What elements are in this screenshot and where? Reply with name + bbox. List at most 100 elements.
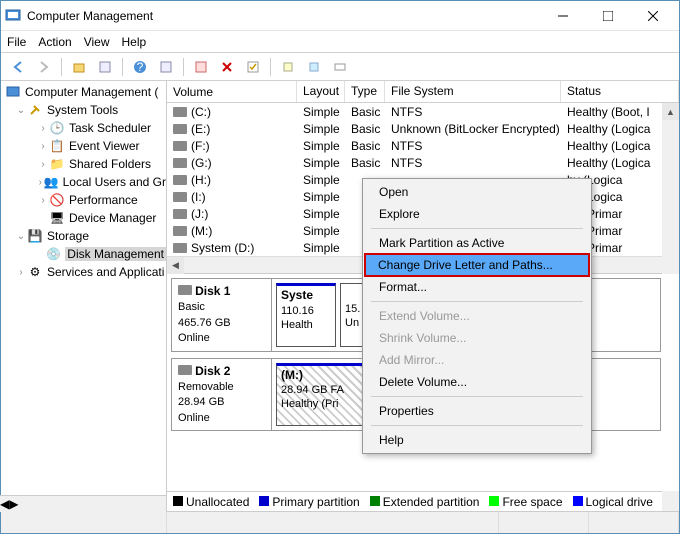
back-button[interactable] bbox=[7, 56, 29, 78]
tree-performance[interactable]: ›🚫Performance bbox=[1, 191, 166, 209]
col-layout[interactable]: Layout bbox=[297, 81, 345, 102]
scroll-left-icon[interactable]: ◀ bbox=[1, 497, 9, 511]
col-filesystem[interactable]: File System bbox=[385, 81, 561, 102]
folder-icon: 📁 bbox=[49, 156, 65, 172]
menu-help[interactable]: Help bbox=[122, 35, 147, 49]
expand-icon[interactable]: › bbox=[37, 159, 49, 170]
menu-item[interactable]: Help bbox=[365, 429, 589, 451]
menu-action[interactable]: Action bbox=[38, 35, 71, 49]
forward-button[interactable] bbox=[33, 56, 55, 78]
menu-item[interactable]: Change Drive Letter and Paths... bbox=[364, 253, 590, 277]
properties-button[interactable] bbox=[94, 56, 116, 78]
table-row[interactable]: (F:)SimpleBasicNTFSHealthy (Logica bbox=[167, 137, 679, 154]
scroll-up-icon[interactable]: ▲ bbox=[662, 103, 679, 120]
legend-free: Free space bbox=[489, 495, 562, 509]
tree-shared-folders[interactable]: ›📁Shared Folders bbox=[1, 155, 166, 173]
disk-icon bbox=[173, 124, 187, 134]
tree-root[interactable]: Computer Management ( bbox=[1, 83, 166, 101]
col-status[interactable]: Status bbox=[561, 81, 679, 102]
disk-icon bbox=[173, 226, 187, 236]
collapse-icon[interactable]: ⌄ bbox=[15, 231, 27, 242]
menu-item[interactable]: Explore bbox=[365, 203, 589, 225]
menu-view[interactable]: View bbox=[84, 35, 110, 49]
menu-item: Extend Volume... bbox=[365, 305, 589, 327]
disk-icon bbox=[173, 141, 187, 151]
menu-file[interactable]: File bbox=[7, 35, 26, 49]
minimize-button[interactable] bbox=[540, 2, 585, 30]
storage-icon: 💾 bbox=[27, 228, 43, 244]
scroll-left-icon[interactable]: ◀ bbox=[167, 257, 184, 274]
check-button[interactable] bbox=[242, 56, 264, 78]
disk-info: Disk 2Removable28.94 GBOnline bbox=[172, 359, 272, 431]
partition[interactable]: Syste110.16Health bbox=[276, 283, 336, 347]
settings-button[interactable] bbox=[190, 56, 212, 78]
menubar: File Action View Help bbox=[1, 31, 679, 53]
disk-icon: 💿 bbox=[46, 246, 61, 262]
tree-task-scheduler[interactable]: ›🕒Task Scheduler bbox=[1, 119, 166, 137]
collapse-icon[interactable]: ⌄ bbox=[15, 105, 27, 116]
services-icon: ⚙ bbox=[27, 264, 43, 280]
disk-icon bbox=[178, 365, 192, 375]
menu-separator bbox=[371, 396, 583, 397]
menu-item[interactable]: Open bbox=[365, 181, 589, 203]
expand-icon[interactable]: › bbox=[37, 177, 44, 188]
disk-icon bbox=[173, 158, 187, 168]
menu-separator bbox=[371, 425, 583, 426]
expand-icon[interactable]: › bbox=[37, 141, 49, 152]
tree-system-tools[interactable]: ⌄ System Tools bbox=[1, 101, 166, 119]
delete-button[interactable] bbox=[216, 56, 238, 78]
expand-icon[interactable]: › bbox=[15, 267, 27, 278]
legend-extended: Extended partition bbox=[370, 495, 480, 509]
action3-button[interactable] bbox=[329, 56, 351, 78]
action2-button[interactable] bbox=[303, 56, 325, 78]
tree-hscroll[interactable]: ◀▶ bbox=[1, 495, 166, 511]
menu-item[interactable]: Mark Partition as Active bbox=[365, 232, 589, 254]
legend-unallocated: Unallocated bbox=[173, 495, 249, 509]
svg-text:?: ? bbox=[137, 60, 144, 74]
expand-icon[interactable]: › bbox=[37, 123, 49, 134]
titlebar: Computer Management bbox=[1, 1, 679, 31]
disk-icon bbox=[173, 192, 187, 202]
col-type[interactable]: Type bbox=[345, 81, 385, 102]
table-row[interactable]: (G:)SimpleBasicNTFSHealthy (Logica bbox=[167, 154, 679, 171]
tree-disk-management[interactable]: 💿Disk Management bbox=[1, 245, 166, 263]
table-row[interactable]: (E:)SimpleBasicUnknown (BitLocker Encryp… bbox=[167, 120, 679, 137]
menu-item: Add Mirror... bbox=[365, 349, 589, 371]
statusbar bbox=[1, 511, 679, 533]
menu-separator bbox=[371, 228, 583, 229]
event-icon: 📋 bbox=[49, 138, 65, 154]
col-volume[interactable]: Volume bbox=[167, 81, 297, 102]
partition[interactable]: (M:)28.94 GB FAHealthy (Pri bbox=[276, 363, 376, 427]
disk-icon bbox=[173, 243, 187, 253]
tools-icon bbox=[27, 102, 43, 118]
maximize-button[interactable] bbox=[585, 2, 630, 30]
menu-item[interactable]: Delete Volume... bbox=[365, 371, 589, 393]
disk-icon bbox=[173, 209, 187, 219]
scroll-right-icon[interactable]: ▶ bbox=[9, 497, 18, 511]
tree-local-users[interactable]: ›👥Local Users and Gr bbox=[1, 173, 166, 191]
table-row[interactable]: (C:)SimpleBasicNTFSHealthy (Boot, I bbox=[167, 103, 679, 120]
users-icon: 👥 bbox=[44, 174, 59, 190]
context-menu: OpenExplore Mark Partition as ActiveChang… bbox=[362, 178, 592, 454]
tree-storage[interactable]: ⌄ 💾 Storage bbox=[1, 227, 166, 245]
tree-services[interactable]: › ⚙ Services and Applicati bbox=[1, 263, 166, 281]
window-title: Computer Management bbox=[27, 9, 540, 23]
menu-item[interactable]: Format... bbox=[365, 276, 589, 298]
clock-icon: 🕒 bbox=[49, 120, 65, 136]
perf-icon: 🚫 bbox=[49, 192, 65, 208]
up-button[interactable] bbox=[68, 56, 90, 78]
device-icon: 🖥 bbox=[49, 210, 65, 226]
refresh-button[interactable] bbox=[155, 56, 177, 78]
tree-event-viewer[interactable]: ›📋Event Viewer bbox=[1, 137, 166, 155]
tree-device-manager[interactable]: 🖥Device Manager bbox=[1, 209, 166, 227]
tree-pane: Computer Management ( ⌄ System Tools ›🕒T… bbox=[1, 81, 167, 511]
disk-icon bbox=[178, 285, 192, 295]
expand-icon[interactable]: › bbox=[37, 195, 49, 206]
menu-item[interactable]: Properties bbox=[365, 400, 589, 422]
action1-button[interactable] bbox=[277, 56, 299, 78]
help-button[interactable]: ? bbox=[129, 56, 151, 78]
close-button[interactable] bbox=[630, 2, 675, 30]
disk-info: Disk 1Basic465.76 GBOnline bbox=[172, 279, 272, 351]
toolbar: ? bbox=[1, 53, 679, 81]
legend: Unallocated Primary partition Extended p… bbox=[167, 491, 679, 511]
